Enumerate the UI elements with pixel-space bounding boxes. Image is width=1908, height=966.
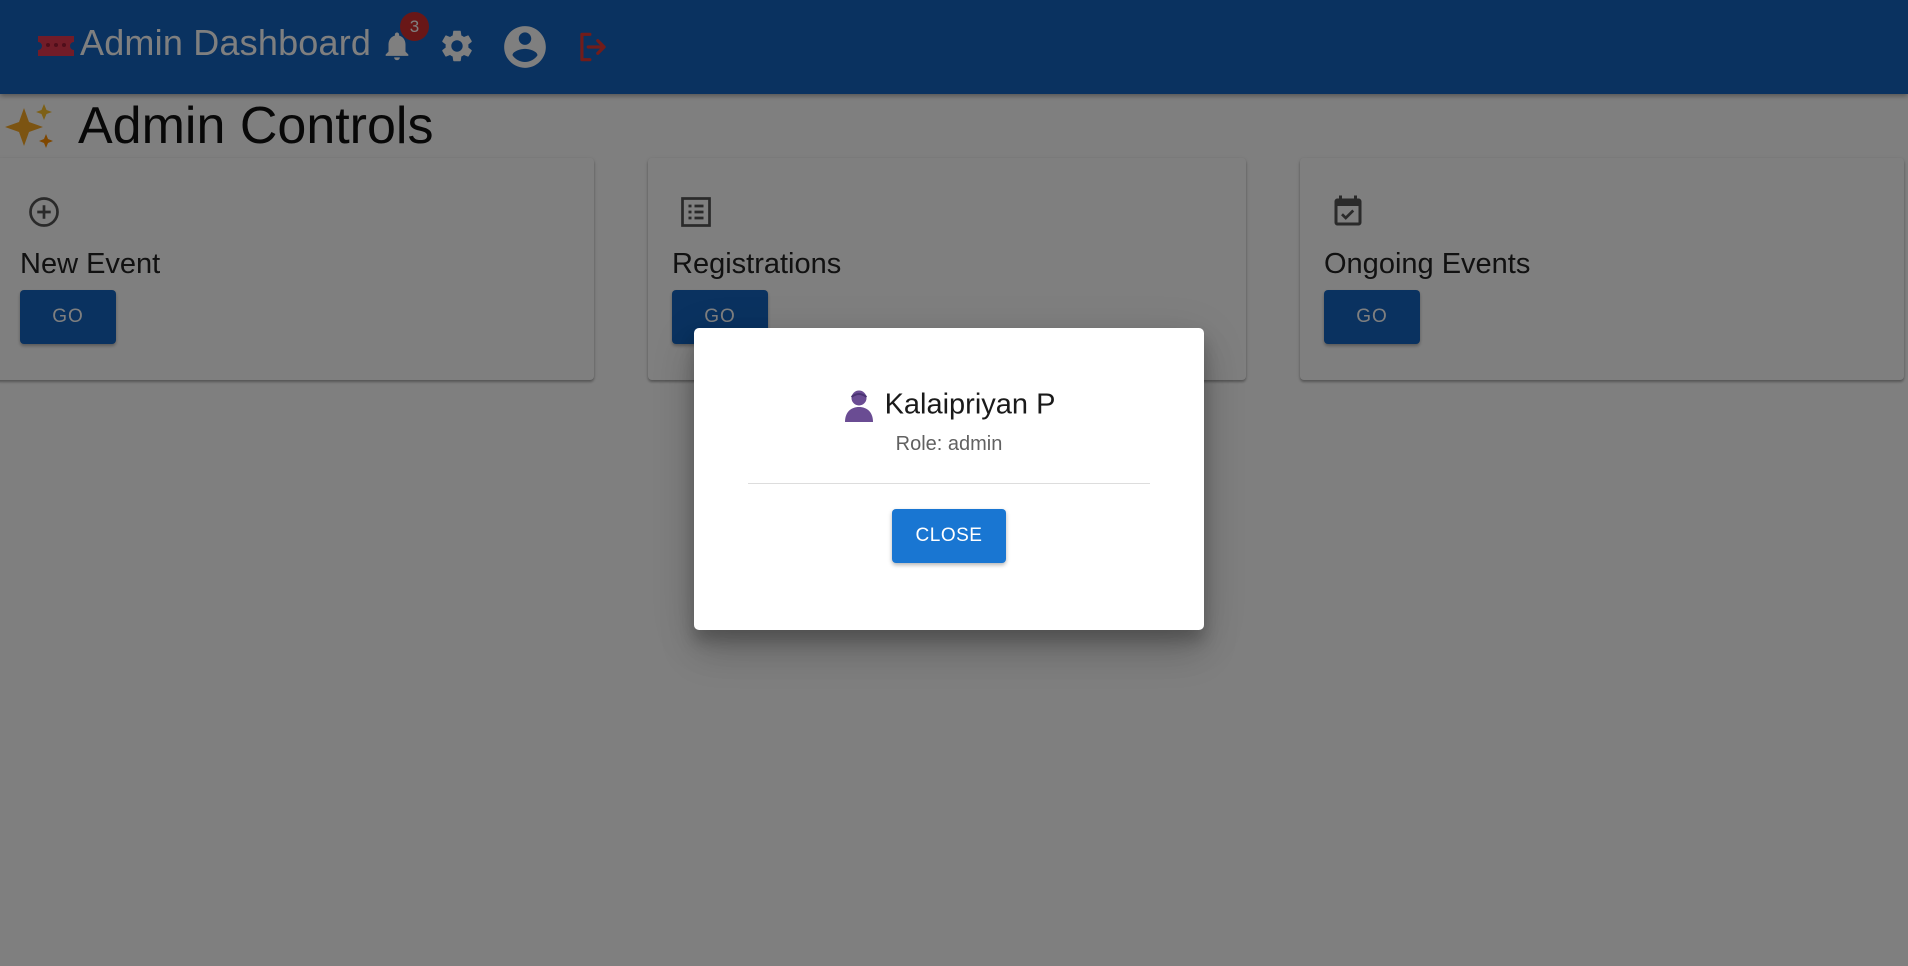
user-info-dialog: Kalaipriyan P Role: admin CLOSE: [694, 328, 1204, 630]
close-button[interactable]: CLOSE: [892, 509, 1006, 563]
user-row: Kalaipriyan P: [694, 388, 1204, 422]
divider: [748, 483, 1150, 484]
user-name: Kalaipriyan P: [884, 388, 1056, 421]
user-role: Role: admin: [895, 433, 1003, 455]
person-icon: [844, 390, 873, 422]
page: Admin Dashboard 3 Admin Controls New Eve…: [0, 0, 1908, 966]
